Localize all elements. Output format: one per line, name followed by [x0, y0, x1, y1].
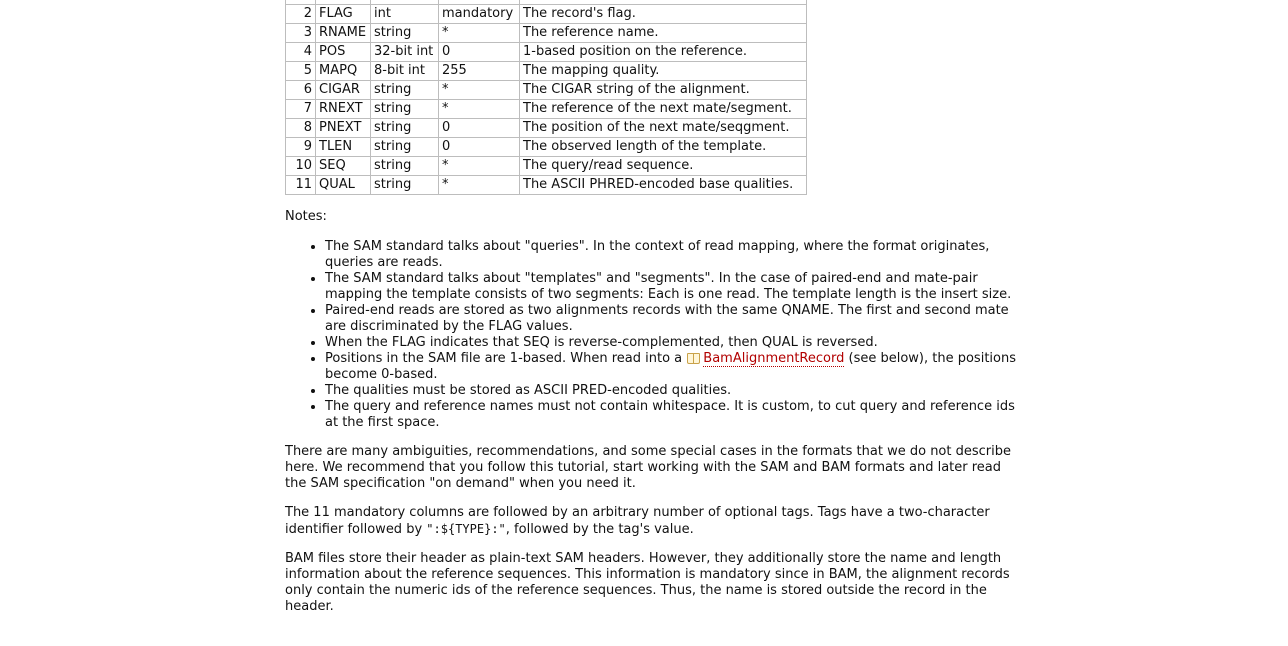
bam-alignment-record-link[interactable]: BamAlignmentRecord	[703, 351, 845, 367]
table-row: 9 TLEN string 0 The observed length of the t…	[285, 137, 807, 157]
table-cell-default: 255	[438, 61, 520, 81]
sam-columns-table: 2 FLAG int mandatory The record's flag. 3 RNAM…	[285, 0, 807, 195]
table-cell-desc: The query/read sequence.	[519, 156, 807, 176]
table-cell-desc: The mapping quality.	[519, 61, 807, 81]
note-text: Paired-end reads are stored as two align…	[325, 303, 1009, 334]
paragraph-ambiguities: There are many ambiguities, recommendati…	[285, 444, 1011, 491]
table-cell-type: string	[370, 23, 439, 43]
table-cell-desc: The CIGAR string of the alignment.	[519, 80, 807, 100]
table-row: 3 RNAME string * The reference name.	[285, 23, 807, 43]
table-cell-default: 0	[438, 137, 520, 157]
table-cell-default: *	[438, 99, 520, 119]
table-cell-type: string	[370, 99, 439, 119]
table-cell-default: *	[438, 23, 520, 43]
table-cell-name: CIGAR	[315, 80, 371, 100]
list-item: The qualities must be stored as ASCII PR…	[325, 383, 1025, 399]
table-cell-type: string	[370, 156, 439, 176]
note-text: The qualities must be stored as ASCII PR…	[325, 383, 732, 398]
table-cell-default: *	[438, 80, 520, 100]
book-icon	[687, 353, 701, 364]
table-cell-num: 4	[285, 42, 316, 62]
note-text: The SAM standard talks about "queries". …	[325, 239, 990, 270]
table-cell-default: mandatory	[438, 4, 520, 24]
table-cell-default: *	[438, 175, 520, 195]
table-cell-type: string	[370, 118, 439, 138]
table-cell-name: TLEN	[315, 137, 371, 157]
table-row: 6 CIGAR string * The CIGAR string of the ali…	[285, 80, 807, 100]
main-content: 2 FLAG int mandatory The record's flag. 3 RNAM…	[285, 0, 1025, 615]
table-cell-type: 8-bit int	[370, 61, 439, 81]
table-cell-desc: The observed length of the template.	[519, 137, 807, 157]
list-item: The SAM standard talks about "templates"…	[325, 271, 1025, 303]
table-cell-name: PNEXT	[315, 118, 371, 138]
table-cell-default: *	[438, 156, 520, 176]
table-cell-type: string	[370, 80, 439, 100]
note-text: The query and reference names must not c…	[325, 399, 1015, 430]
notes-label: Notes:	[285, 209, 327, 224]
paragraph-optional-tags: The 11 mandatory columns are followed by…	[285, 505, 1025, 538]
table-cell-num: 7	[285, 99, 316, 119]
table-cell-type: string	[370, 175, 439, 195]
table-cell-type: int	[370, 4, 439, 24]
table-cell-num: 10	[285, 156, 316, 176]
table-cell-desc: The position of the next mate/seqgment.	[519, 118, 807, 138]
table-cell-num: 2	[285, 4, 316, 24]
list-item: The SAM standard talks about "queries". …	[325, 239, 1025, 271]
table-cell-name: FLAG	[315, 4, 371, 24]
paragraph-bam-header: BAM files store their header as plain-te…	[285, 551, 1010, 614]
table-cell-type: string	[370, 137, 439, 157]
type-code: ":${TYPE}:"	[426, 522, 506, 536]
table-cell-num: 5	[285, 61, 316, 81]
list-item: When the FLAG indicates that SEQ is reve…	[325, 335, 1025, 351]
table-row: 8 PNEXT string 0 The position of the next ma…	[285, 118, 807, 138]
table-row: 10 SEQ string * The query/read sequence.	[285, 156, 807, 176]
table-cell-desc: 1-based position on the reference.	[519, 42, 807, 62]
notes-list: The SAM standard talks about "queries". …	[285, 239, 1025, 431]
table-row: 5 MAPQ 8-bit int 255 The mapping quality.	[285, 61, 807, 81]
table-cell-default: 0	[438, 42, 520, 62]
table-cell-num: 9	[285, 137, 316, 157]
list-item: Paired-end reads are stored as two align…	[325, 303, 1025, 335]
table-cell-num: 11	[285, 175, 316, 195]
table-cell-num: 6	[285, 80, 316, 100]
table-cell-name: RNAME	[315, 23, 371, 43]
table-cell-num: 3	[285, 23, 316, 43]
table-cell-num: 8	[285, 118, 316, 138]
table-cell-type: 32-bit int	[370, 42, 439, 62]
note-text: Positions in the SAM file are 1-based. W…	[325, 351, 683, 366]
note-text: When the FLAG indicates that SEQ is reve…	[325, 335, 878, 350]
paragraph-text: , followed by the tag's value.	[505, 522, 694, 537]
table-cell-default: 0	[438, 118, 520, 138]
table-cell-name: POS	[315, 42, 371, 62]
table-cell-name: RNEXT	[315, 99, 371, 119]
table-row: 7 RNEXT string * The reference of the next m…	[285, 99, 807, 119]
table-row: 2 FLAG int mandatory The record's flag.	[285, 4, 807, 24]
table-cell-desc: The reference of the next mate/segment.	[519, 99, 807, 119]
table-cell-desc: The ASCII PHRED-encoded base qualities.	[519, 175, 807, 195]
table-cell-desc: The record's flag.	[519, 4, 807, 24]
table-row: 4 POS 32-bit int 0 1-based position on the r…	[285, 42, 807, 62]
list-item: The query and reference names must not c…	[325, 399, 1025, 431]
table-cell-name: SEQ	[315, 156, 371, 176]
table-cell-name: QUAL	[315, 175, 371, 195]
table-cell-name: MAPQ	[315, 61, 371, 81]
note-text: The SAM standard talks about "templates"…	[325, 271, 1012, 302]
table-cell-desc: The reference name.	[519, 23, 807, 43]
table-row: 11 QUAL string * The ASCII PHRED-encoded bas…	[285, 175, 807, 195]
list-item: Positions in the SAM file are 1-based. W…	[325, 351, 1025, 383]
